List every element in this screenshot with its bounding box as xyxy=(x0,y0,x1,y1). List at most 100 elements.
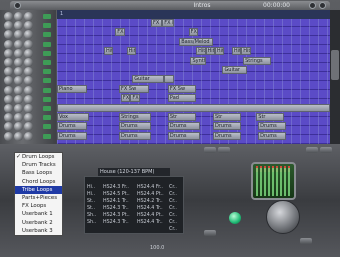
scrollbar-thumb[interactable] xyxy=(331,50,339,80)
maximize-button[interactable] xyxy=(319,2,326,9)
track-mute-led[interactable] xyxy=(43,50,51,56)
track-knob[interactable] xyxy=(14,122,23,132)
menu-item[interactable]: Userbank 3 xyxy=(15,227,62,235)
track-knob[interactable] xyxy=(24,48,33,58)
track-knob[interactable] xyxy=(4,67,13,77)
track-knob[interactable] xyxy=(14,94,23,104)
track-knob[interactable] xyxy=(4,85,13,95)
track-knob[interactable] xyxy=(24,131,33,141)
track-knob[interactable] xyxy=(24,104,33,113)
audio-block[interactable]: Piano xyxy=(57,84,88,93)
audio-block[interactable]: Bass/Melod xyxy=(179,37,214,46)
audio-block[interactable]: Drums xyxy=(167,131,200,140)
audio-block[interactable]: Hit xyxy=(231,47,242,56)
audio-block[interactable]: Hit xyxy=(196,47,206,56)
menu-item[interactable]: ✓ Drum Loops xyxy=(15,153,62,161)
menu-item[interactable]: Drum Tracks xyxy=(15,161,62,169)
menu-item[interactable]: Tribe Loops xyxy=(15,185,62,194)
audio-block[interactable]: Str xyxy=(213,113,242,121)
track-mute-led[interactable] xyxy=(43,96,51,102)
track-knob[interactable] xyxy=(14,104,23,113)
track-mute-led[interactable] xyxy=(43,106,51,111)
track-knob[interactable] xyxy=(4,122,13,132)
loop-row[interactable]: Cr.. xyxy=(85,226,185,233)
loop-folder-title[interactable]: House (120-137 BPM) xyxy=(98,168,170,176)
menu-item[interactable]: FX Loops xyxy=(15,202,62,210)
panel-button[interactable] xyxy=(306,147,318,153)
track-knob[interactable] xyxy=(4,131,13,141)
loop-row[interactable]: Hi.. HS24.3 Fr.. HS24.4 Fr.. Cr.. xyxy=(85,184,185,191)
track-mute-led[interactable] xyxy=(43,78,51,84)
track-mute-led[interactable] xyxy=(43,87,51,93)
audio-block[interactable]: Drums xyxy=(213,122,242,131)
audio-block[interactable]: Drums xyxy=(258,122,287,131)
audio-block[interactable]: FX Sw xyxy=(167,84,197,93)
track-knob[interactable] xyxy=(14,12,23,21)
audio-block[interactable]: FX xyxy=(130,94,140,103)
menu-item[interactable]: Userbank 1 xyxy=(15,210,62,218)
menu-item[interactable]: Bass Loops xyxy=(15,169,62,177)
audio-block[interactable]: Guitar xyxy=(132,75,165,84)
track-knob[interactable] xyxy=(14,58,23,67)
track-knob[interactable] xyxy=(14,21,23,31)
menu-item[interactable]: Chord Loops xyxy=(15,178,62,186)
track-knob[interactable] xyxy=(14,48,23,58)
audio-block[interactable]: Str xyxy=(167,113,197,121)
track-knob[interactable] xyxy=(14,113,23,123)
track-knob[interactable] xyxy=(24,94,33,104)
play-button[interactable] xyxy=(229,212,241,224)
track-knob[interactable] xyxy=(24,122,33,132)
arrangement-grid[interactable]: FX FillFX FillFX FillFX FillBass/MelodHi… xyxy=(57,19,330,144)
audio-block[interactable]: Hit xyxy=(126,47,136,56)
audio-block[interactable] xyxy=(57,103,330,112)
panel-button[interactable] xyxy=(204,230,216,236)
audio-block[interactable] xyxy=(164,75,174,84)
category-menu[interactable]: ✓ Drum Loops Drum Tracks Bass Loops Chord Lo… xyxy=(14,152,63,236)
loop-row[interactable]: Sh.. HS24.3 Pt.. HS24.4 Pt.. Cr.. xyxy=(85,212,185,219)
audio-block[interactable]: Drums xyxy=(167,122,200,131)
track-mute-led[interactable] xyxy=(43,60,51,65)
audio-block[interactable]: Drums xyxy=(57,131,88,140)
track-mute-led[interactable] xyxy=(43,115,51,121)
track-mute-led[interactable] xyxy=(43,23,51,29)
audio-block[interactable]: Drums xyxy=(258,131,287,140)
track-knob[interactable] xyxy=(24,30,33,40)
menu-item[interactable]: Userbank 2 xyxy=(15,219,62,227)
track-knob[interactable] xyxy=(24,76,33,86)
audio-block[interactable]: Pad xyxy=(167,94,197,103)
audio-block[interactable]: FX Sw xyxy=(119,84,150,93)
track-knob[interactable] xyxy=(24,12,33,21)
audio-block[interactable]: Drums xyxy=(57,122,88,131)
track-knob[interactable] xyxy=(4,76,13,86)
panel-button[interactable] xyxy=(204,147,216,153)
track-knob[interactable] xyxy=(4,21,13,31)
track-knob[interactable] xyxy=(4,113,13,123)
audio-block[interactable]: FX Fill xyxy=(162,19,174,27)
track-knob[interactable] xyxy=(14,67,23,77)
audio-block[interactable]: Hit xyxy=(214,47,225,56)
track-mute-led[interactable] xyxy=(43,14,51,19)
track-knob[interactable] xyxy=(4,39,13,49)
track-knob[interactable] xyxy=(4,104,13,113)
loop-list[interactable]: Hi.. HS24.3 Fr.. HS24.4 Fr.. Cr.. Hi.. HS24.5… xyxy=(84,176,184,234)
panel-button[interactable] xyxy=(320,147,332,153)
audio-block[interactable]: Drums xyxy=(213,131,242,140)
track-mute-led[interactable] xyxy=(43,41,51,47)
track-knob[interactable] xyxy=(24,58,33,67)
audio-block[interactable]: Drums xyxy=(119,131,151,140)
track-knob[interactable] xyxy=(24,21,33,31)
audio-block[interactable]: Str xyxy=(256,113,285,121)
audio-block[interactable]: Hit xyxy=(241,47,251,56)
track-knob[interactable] xyxy=(4,94,13,104)
audio-block[interactable]: Hit xyxy=(205,47,215,56)
track-knob[interactable] xyxy=(14,30,23,40)
track-mute-led[interactable] xyxy=(43,69,51,75)
audio-block[interactable]: Guitar xyxy=(222,66,247,74)
audio-block[interactable]: FX xyxy=(120,94,131,103)
track-knob[interactable] xyxy=(24,85,33,95)
track-knob[interactable] xyxy=(24,113,33,123)
audio-block[interactable]: Vox xyxy=(57,113,89,121)
track-knob[interactable] xyxy=(4,30,13,40)
jog-wheel[interactable] xyxy=(266,200,300,234)
close-button[interactable] xyxy=(14,2,21,9)
